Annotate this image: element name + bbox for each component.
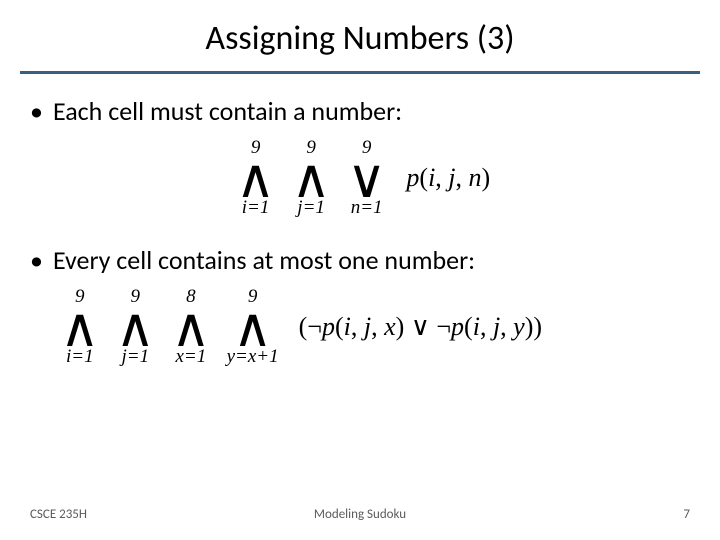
op-lower: y=x+1 (227, 346, 279, 368)
bullet-dot-icon: • (30, 247, 43, 273)
big-and-icon: ∧ (291, 159, 331, 199)
big-and-icon: ∧ (171, 308, 211, 348)
big-and-op: 9 ∧ i=1 (60, 286, 100, 368)
big-and-op: 9 ∧ y=x+1 (227, 286, 279, 368)
slide-container: Assigning Numbers (3) • Each cell must c… (0, 0, 720, 540)
slide-footer: CSCE 235H Modeling Sudoku 7 (0, 507, 720, 522)
big-and-op: 9 ∧ j=1 (116, 286, 156, 368)
predicate-expr: (¬p(i, j, x) ∨ ¬p(i, j, y)) (299, 312, 542, 342)
big-and-icon: ∧ (60, 308, 100, 348)
formula-2: 9 ∧ i=1 9 ∧ j=1 8 ∧ x=1 9 ∧ y=x+1 (¬p(i,… (54, 286, 690, 368)
big-and-icon: ∧ (236, 159, 276, 199)
slide-title: Assigning Numbers (3) (30, 18, 690, 59)
bullet-2-text: Every cell contains at most one number: (53, 245, 475, 276)
formula-1: 9 ∧ i=1 9 ∧ j=1 9 ∨ n=1 p(i, j, n) (30, 137, 690, 219)
bullet-dot-icon: • (30, 98, 43, 124)
bullet-1-text: Each cell must contain a number: (53, 96, 402, 127)
big-and-op: 9 ∧ i=1 (236, 137, 276, 219)
predicate-expr: p(i, j, n) (406, 163, 490, 193)
big-and-op: 8 ∧ x=1 (171, 286, 211, 368)
big-and-icon: ∧ (116, 308, 156, 348)
title-rule (20, 71, 700, 74)
big-and-icon: ∧ (227, 308, 279, 348)
op-lower: x=1 (171, 346, 211, 368)
big-or-icon: ∨ (347, 159, 387, 199)
big-or-op: 9 ∨ n=1 (347, 137, 387, 219)
op-lower: n=1 (347, 197, 387, 219)
big-and-op: 9 ∧ j=1 (291, 137, 331, 219)
formula-1-wrap: 9 ∧ i=1 9 ∧ j=1 9 ∨ n=1 p(i, j, n) (30, 137, 690, 219)
bullet-2: • Every cell contains at most one number… (30, 245, 690, 276)
footer-center: Modeling Sudoku (0, 507, 720, 522)
bullet-1: • Each cell must contain a number: (30, 96, 690, 127)
